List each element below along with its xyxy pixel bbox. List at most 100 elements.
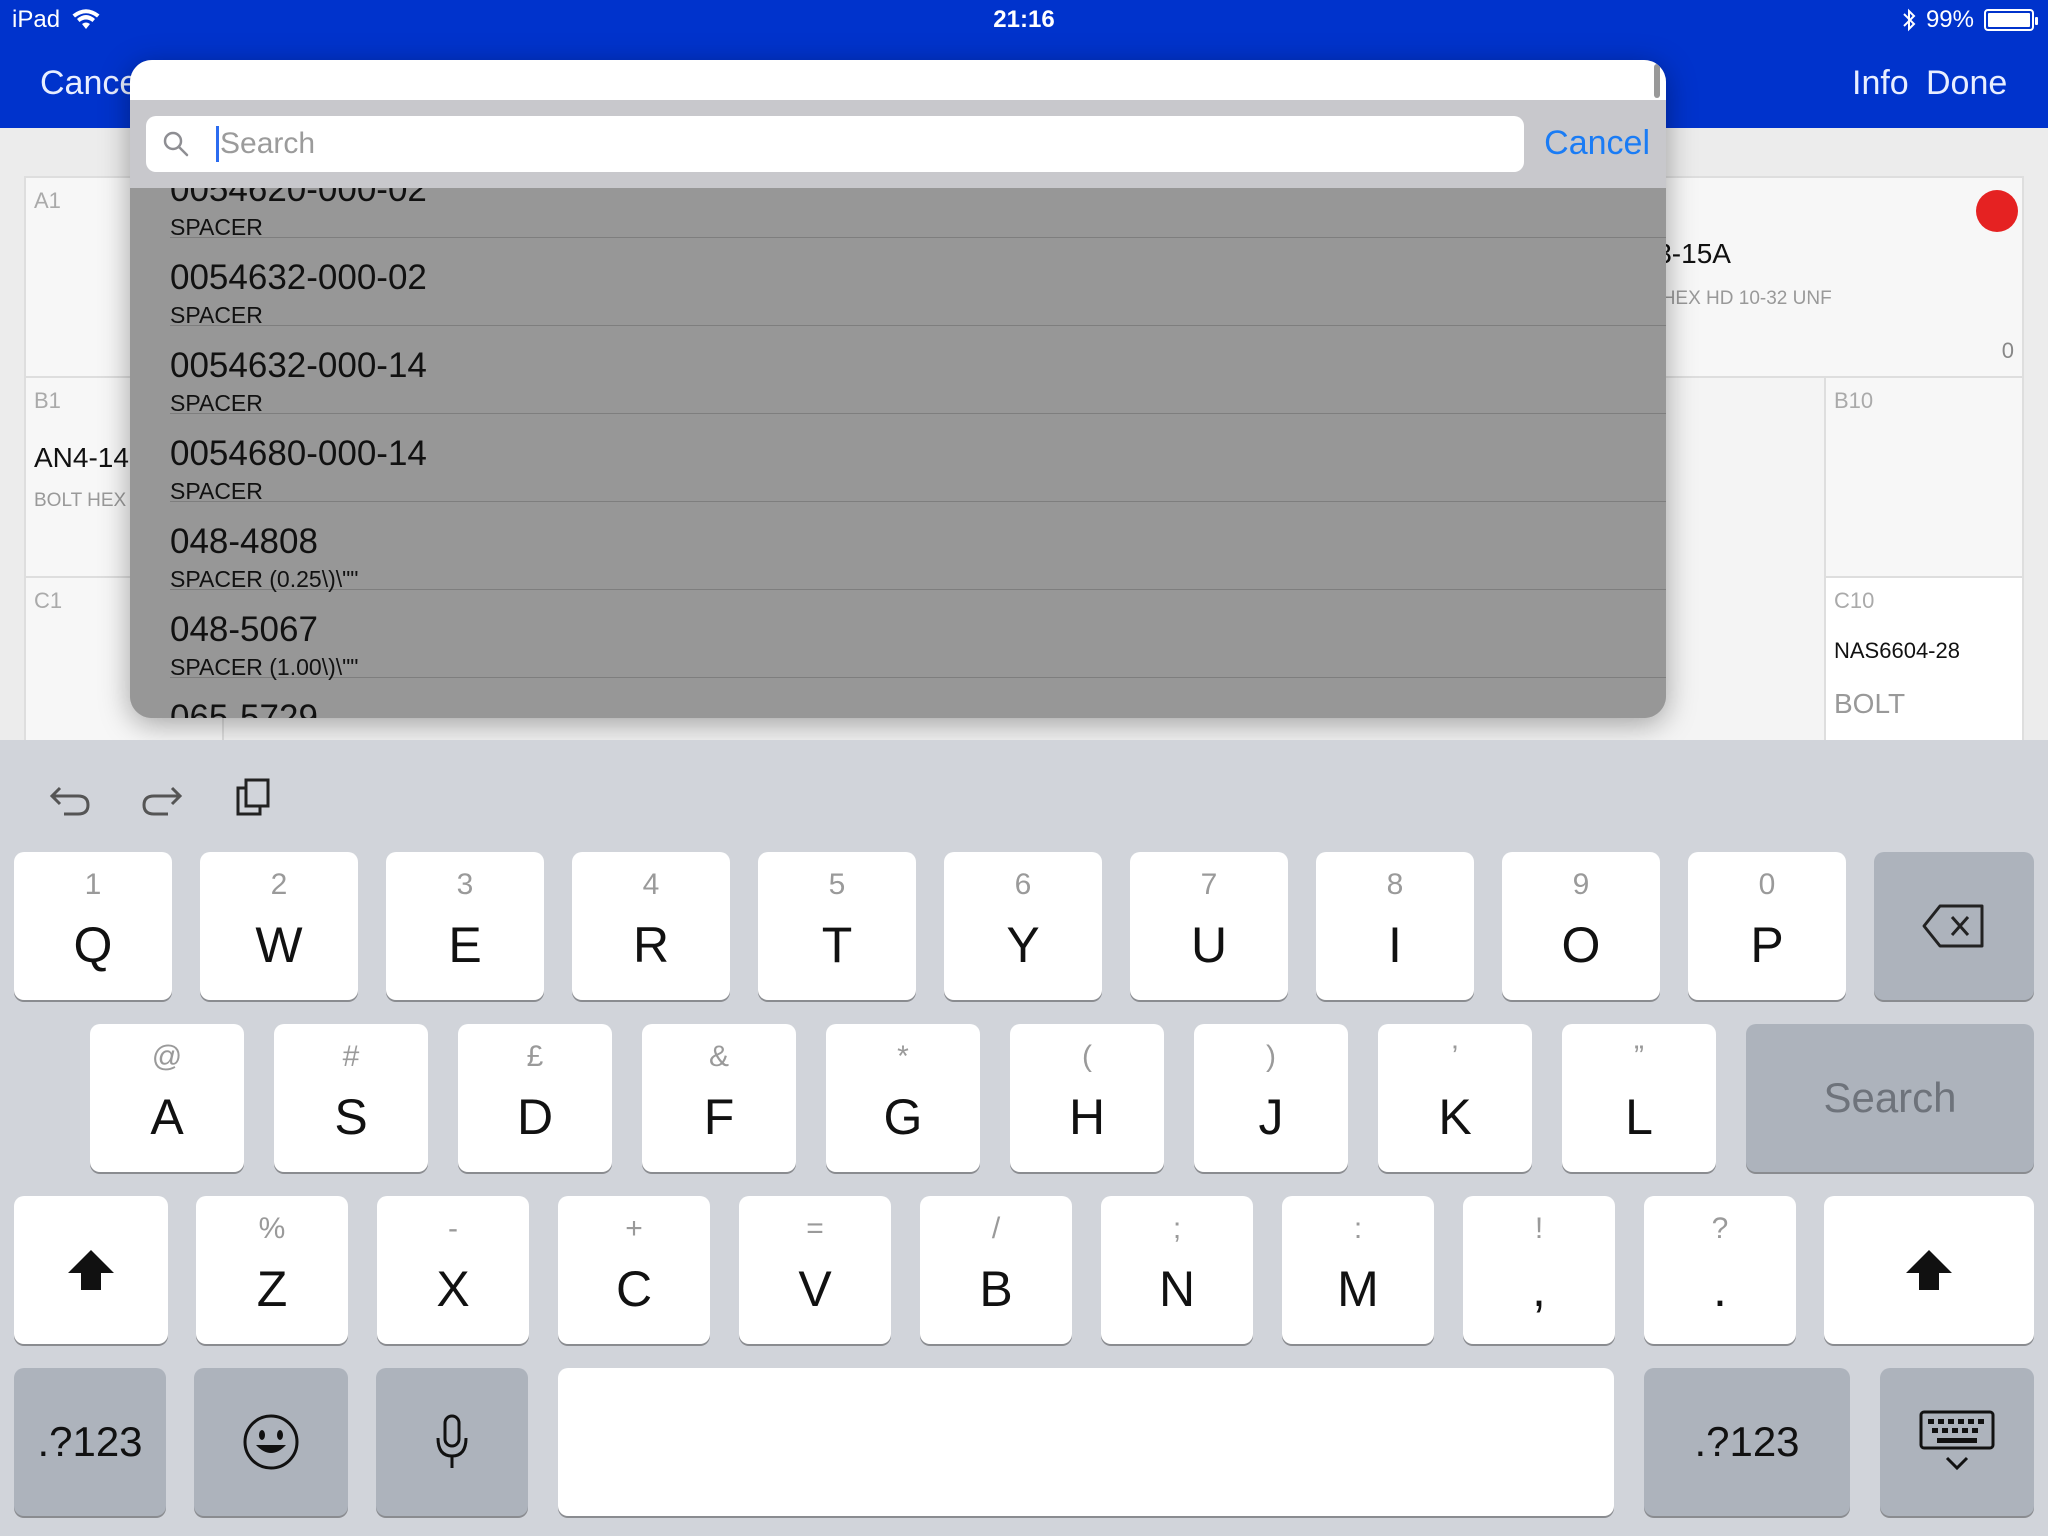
search-input[interactable]	[220, 116, 1500, 172]
key-alt-label: ;	[1172, 1212, 1182, 1245]
key-row1-2[interactable]: 3E	[386, 852, 544, 1000]
search-field[interactable]	[146, 116, 1524, 172]
key-row2-7[interactable]: ’ K	[1378, 1024, 1532, 1172]
numbers-key-left[interactable]: .?123	[14, 1368, 166, 1516]
key-alt-label: :	[1353, 1212, 1363, 1245]
key-row1-4[interactable]: 5T	[758, 852, 916, 1000]
key-row1-8[interactable]: 9O	[1502, 852, 1660, 1000]
search-cancel-button[interactable]: Cancel	[1544, 124, 1650, 163]
key-alt-label: (	[1082, 1040, 1092, 1073]
grid-cell-b10[interactable]: B10	[1824, 376, 2024, 578]
key-row3-2[interactable]: + C	[558, 1196, 710, 1344]
key-row3-6[interactable]: :M	[1282, 1196, 1434, 1344]
keyboard: 1Q2W3E4R5T6Y7U8I9O0P @ A # S £ D & F * G(H) J’ K” L …	[0, 740, 2048, 1536]
result-row[interactable]: 048-5067 SPACER (1.00\)\""	[170, 590, 1666, 680]
key-row3-4[interactable]: / B	[920, 1196, 1072, 1344]
key-row2-3[interactable]: & F	[642, 1024, 796, 1172]
microphone-icon	[436, 1414, 468, 1468]
key-label: L	[1625, 1089, 1653, 1145]
key-label: P	[1750, 917, 1784, 973]
key-row1-3[interactable]: 4R	[572, 852, 730, 1000]
key-label: Z	[256, 1261, 288, 1317]
result-row[interactable]: 0054632-000-02 SPACER	[170, 238, 1666, 328]
result-row[interactable]: 0054632-000-14 SPACER	[170, 326, 1666, 416]
key-label: B	[979, 1261, 1013, 1317]
key-label: N	[1158, 1261, 1196, 1317]
cell-id: B1	[34, 388, 61, 413]
key-row1-5[interactable]: 6Y	[944, 852, 1102, 1000]
key-row2-0[interactable]: @ A	[90, 1024, 244, 1172]
key-row1-0[interactable]: 1Q	[14, 852, 172, 1000]
key-row3-7[interactable]: !,	[1463, 1196, 1615, 1344]
key-row3-0[interactable]: % Z	[196, 1196, 348, 1344]
search-icon	[163, 131, 189, 157]
key-row1-6[interactable]: 7U	[1130, 852, 1288, 1000]
status-dot	[1976, 190, 2018, 232]
done-button[interactable]: Done	[1926, 64, 2007, 103]
result-part-number: 048-4808	[170, 522, 318, 561]
key-row2-2[interactable]: £ D	[458, 1024, 612, 1172]
cancel-nav-button[interactable]: Cance	[40, 64, 138, 103]
numbers-key-label: .?123	[1694, 1418, 1800, 1465]
status-right: 99%	[1902, 6, 2038, 34]
key-label: J	[1258, 1089, 1284, 1145]
scrollbar[interactable]	[1654, 64, 1660, 98]
shift-key-left[interactable]	[14, 1196, 168, 1344]
result-part-number: 065-5729	[170, 698, 318, 718]
paste-icon[interactable]	[230, 774, 278, 822]
space-key[interactable]	[558, 1368, 1614, 1516]
result-part-number: 048-5067	[170, 610, 318, 649]
key-alt-label: -	[448, 1212, 458, 1245]
numbers-key-right[interactable]: .?123	[1644, 1368, 1850, 1516]
key-label: M	[1337, 1261, 1379, 1317]
key-label: O	[1561, 917, 1601, 973]
key-row3-1[interactable]: -X	[377, 1196, 529, 1344]
key-label: R	[632, 917, 670, 973]
key-row1-7[interactable]: 8I	[1316, 852, 1474, 1000]
redo-icon[interactable]	[138, 774, 186, 822]
hide-keyboard-key[interactable]	[1880, 1368, 2034, 1516]
key-label: G	[883, 1089, 923, 1145]
backspace-key[interactable]	[1874, 852, 2034, 1000]
key-row1-1[interactable]: 2W	[200, 852, 358, 1000]
result-row[interactable]: 065-5729	[170, 678, 1666, 718]
key-alt-label: 9	[1572, 868, 1590, 901]
key-label: E	[448, 917, 482, 973]
key-row2-6[interactable]: ) J	[1194, 1024, 1348, 1172]
status-time: 21:16	[993, 6, 1055, 33]
key-label: T	[821, 917, 853, 973]
cell-id: B10	[1834, 388, 1874, 413]
result-row[interactable]: 048-4808 SPACER (0.25\)\""	[170, 502, 1666, 592]
result-row[interactable]: 0054680-000-14 SPACER	[170, 414, 1666, 504]
result-description: SPACER	[170, 214, 263, 240]
key-alt-label: 4	[642, 868, 660, 901]
key-row2-5[interactable]: (H	[1010, 1024, 1164, 1172]
key-alt-label: =	[806, 1212, 824, 1245]
results-list: 0054620-000-02 SPACER 0054632-000-02 SPACER…	[130, 188, 1666, 718]
emoji-icon	[243, 1414, 299, 1470]
key-alt-label: #	[342, 1040, 360, 1073]
key-row3-8[interactable]: ?.	[1644, 1196, 1796, 1344]
key-alt-label: @	[151, 1040, 183, 1073]
result-row[interactable]: 0054620-000-02 SPACER	[170, 188, 1666, 240]
key-row2-8[interactable]: ” L	[1562, 1024, 1716, 1172]
shift-icon	[1906, 1250, 1952, 1290]
result-part-number: 0054680-000-14	[170, 434, 427, 473]
shift-key-right[interactable]	[1824, 1196, 2034, 1344]
key-row1-9[interactable]: 0P	[1688, 852, 1846, 1000]
cell-id: C10	[1834, 588, 1875, 613]
info-button[interactable]: Info	[1852, 64, 1909, 103]
dictation-key[interactable]	[376, 1368, 528, 1516]
key-row3-3[interactable]: = V	[739, 1196, 891, 1344]
grid-cell-c10[interactable]: C10 NAS6604-28 BOLT	[1824, 576, 2024, 746]
key-row2-1[interactable]: # S	[274, 1024, 428, 1172]
key-row3-5[interactable]: ; N	[1101, 1196, 1253, 1344]
undo-icon[interactable]	[46, 774, 94, 822]
emoji-key[interactable]	[194, 1368, 348, 1516]
cell-desc: BOLT	[1834, 688, 1906, 719]
search-popover: Cancel 0054620-000-02SPACER0054632-000-0…	[130, 60, 1666, 718]
search-key[interactable]: Search	[1746, 1024, 2034, 1172]
key-row2-4[interactable]: * G	[826, 1024, 980, 1172]
cell-part: NAS6604-28	[1834, 638, 1960, 663]
cell-id: C1	[34, 588, 63, 613]
